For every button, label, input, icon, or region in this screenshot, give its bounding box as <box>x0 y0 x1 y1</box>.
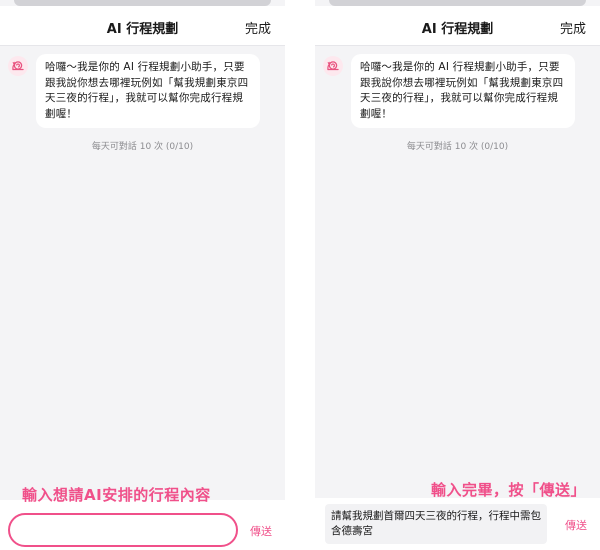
input-bar: 傳送 <box>0 500 285 550</box>
input-bar: 請幫我規劃首爾四天三夜的行程，行程中需包含德壽宮 傳送 <box>315 498 600 550</box>
done-button[interactable]: 完成 <box>245 18 271 37</box>
instruction-caption-input: 輸入想請AI安排的行程內容 <box>22 486 211 504</box>
bot-message-bubble: 哈囉～我是你的 AI 行程規劃小助手，只要跟我說你想去哪裡玩例如「幫我規劃東京四… <box>36 54 260 128</box>
message-input[interactable]: 請幫我規劃首爾四天三夜的行程，行程中需包含德壽宮 <box>325 504 547 544</box>
message-input[interactable] <box>8 513 238 547</box>
send-button[interactable]: 傳送 <box>250 523 272 539</box>
snail-icon <box>8 56 28 76</box>
bot-message-bubble: 哈囉～我是你的 AI 行程規劃小助手，只要跟我說你想去哪裡玩例如「幫我規劃東京四… <box>351 54 575 128</box>
page-title: AI 行程規劃 <box>106 22 179 37</box>
nav-header: AI 行程規劃 完成 <box>315 6 600 46</box>
daily-quota-text: 每天可對話 10 次 (0/10) <box>91 142 194 152</box>
instruction-caption-send: 輸入完畢，按「傳送」 <box>431 481 587 499</box>
page-title: AI 行程規劃 <box>421 22 494 37</box>
phone-screen-empty: AI 行程規劃 完成 哈囉～我是你的 AI 行程規劃小助手，只要跟我說你想去哪裡… <box>0 0 285 550</box>
nav-header: AI 行程規劃 完成 <box>0 6 285 46</box>
send-button[interactable]: 傳送 <box>565 517 587 533</box>
phone-screen-filled: AI 行程規劃 完成 哈囉～我是你的 AI 行程規劃小助手，只要跟我說你想去哪裡… <box>315 0 600 550</box>
daily-quota-text: 每天可對話 10 次 (0/10) <box>406 142 509 152</box>
snail-icon <box>323 56 343 76</box>
done-button[interactable]: 完成 <box>560 18 586 37</box>
tutorial-canvas: AI 行程規劃 完成 哈囉～我是你的 AI 行程規劃小助手，只要跟我說你想去哪裡… <box>0 0 600 550</box>
